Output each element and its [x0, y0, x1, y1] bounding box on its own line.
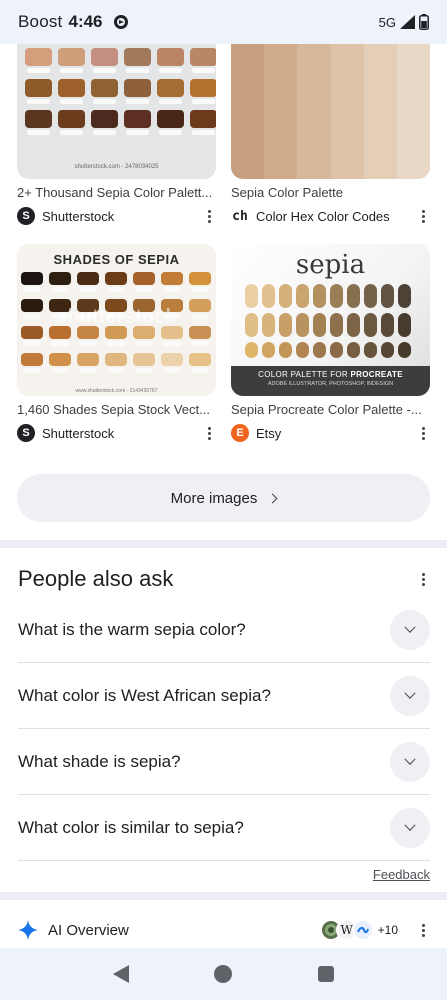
- image-caption[interactable]: Sepia Procreate Color Palette -...: [231, 402, 430, 419]
- chevron-down-icon: [404, 819, 416, 831]
- paa-question-text: What color is West African sepia?: [18, 685, 271, 705]
- ai-overview-row[interactable]: AI Overview W +10: [18, 912, 430, 948]
- image-caption[interactable]: 1,460 Shades Sepia Stock Vect...: [17, 402, 216, 419]
- paa-question-text: What shade is sepia?: [18, 751, 181, 771]
- expand-button[interactable]: [390, 741, 430, 782]
- status-indicators: 5G: [379, 14, 429, 30]
- paa-question[interactable]: What color is similar to sepia?: [18, 795, 430, 861]
- feedback-link[interactable]: Feedback: [373, 867, 430, 882]
- extra-sources-count: +10: [377, 923, 398, 937]
- expand-button[interactable]: [390, 807, 430, 848]
- chevron-right-icon: [267, 493, 278, 503]
- paa-question-text: What is the warm sepia color?: [18, 619, 246, 639]
- signal-icon: [400, 15, 415, 29]
- people-also-ask-title: People also ask: [18, 566, 174, 591]
- image-title: SHADES OF SEPIA: [53, 252, 180, 267]
- swatch-grid: [25, 48, 216, 135]
- image-caption[interactable]: Sepia Color Palette: [231, 185, 430, 202]
- sparkle-icon: [18, 920, 38, 940]
- image-result[interactable]: SHADES OF SEPIA shutterstock www.shutter…: [17, 244, 216, 443]
- more-options-icon[interactable]: [202, 424, 216, 442]
- image-result[interactable]: Sepia Color Palette ch Color Hex Color C…: [231, 44, 430, 226]
- image-source[interactable]: S Shutterstock: [17, 206, 216, 226]
- image-thumbnail[interactable]: sepia COLOR PALETTE FOR PROCREATE ADOBE …: [231, 244, 430, 396]
- banner-line1-a: COLOR PALETTE FOR: [258, 370, 351, 379]
- swatch-grid: [245, 284, 411, 358]
- image-caption[interactable]: 2+ Thousand Sepia Color Palett...: [17, 185, 216, 202]
- shutterstock-icon: S: [17, 424, 35, 442]
- back-icon[interactable]: [112, 965, 129, 983]
- more-options-icon[interactable]: [416, 207, 430, 225]
- source-name: Color Hex Color Codes: [256, 208, 390, 224]
- colorhex-icon: ch: [232, 208, 248, 224]
- more-images-button[interactable]: More images: [17, 474, 430, 522]
- image-watermark: shutterstock: [56, 306, 177, 328]
- expand-button[interactable]: [390, 675, 430, 716]
- image-thumbnail[interactable]: [231, 44, 430, 179]
- image-source[interactable]: E Etsy: [231, 423, 430, 443]
- more-images-label: More images: [170, 489, 258, 507]
- source-name: Shutterstock: [42, 208, 115, 224]
- shutterstock-icon: S: [17, 207, 35, 225]
- image-thumbnail[interactable]: shutterstock.com · 2478034025: [17, 44, 216, 179]
- recent-apps-icon[interactable]: [318, 966, 335, 982]
- ai-overview-label: AI Overview: [48, 921, 129, 939]
- banner-line1-b: PROCREATE: [350, 370, 403, 379]
- etsy-icon: E: [231, 424, 249, 442]
- section-divider: [0, 892, 447, 900]
- image-thumbnail[interactable]: SHADES OF SEPIA shutterstock www.shutter…: [17, 244, 216, 396]
- image-result[interactable]: sepia COLOR PALETTE FOR PROCREATE ADOBE …: [231, 244, 430, 443]
- paa-question[interactable]: What is the warm sepia color?: [18, 597, 430, 663]
- battery-icon: [419, 14, 429, 30]
- image-result[interactable]: shutterstock.com · 2478034025 2+ Thousan…: [17, 44, 216, 226]
- status-carrier: Boost: [18, 12, 63, 31]
- image-source[interactable]: S Shutterstock: [17, 423, 216, 443]
- more-options-icon[interactable]: [416, 921, 430, 939]
- chevron-down-icon: [404, 687, 416, 699]
- status-time: 4:46: [68, 12, 103, 31]
- paa-question[interactable]: What color is West African sepia?: [18, 663, 430, 729]
- chevron-down-icon: [404, 753, 416, 765]
- chevron-down-icon: [404, 621, 416, 633]
- more-options-icon[interactable]: [416, 424, 430, 442]
- home-icon[interactable]: [214, 965, 233, 983]
- banner-line2: ADOBE ILLUSTRATOR, PHOTOSHOP, INDESIGN: [267, 381, 394, 387]
- image-source[interactable]: ch Color Hex Color Codes: [231, 206, 430, 226]
- source-name: Etsy: [256, 425, 282, 441]
- image-title: sepia: [295, 250, 366, 280]
- source-avatar: [351, 919, 374, 941]
- network-type: 5G: [378, 14, 396, 30]
- image-small-print: www.shutterstock.com · 2143430767: [75, 388, 158, 394]
- more-options-icon[interactable]: [202, 207, 216, 225]
- expand-button[interactable]: [390, 609, 430, 650]
- paa-question-text: What color is similar to sepia?: [18, 817, 244, 837]
- system-nav-bar: [0, 948, 447, 1000]
- paa-question[interactable]: What shade is sepia?: [18, 729, 430, 795]
- source-name: Shutterstock: [42, 425, 115, 441]
- image-banner: COLOR PALETTE FOR PROCREATE ADOBE ILLUST…: [231, 366, 430, 396]
- status-bar: Boost 4:46 5G: [0, 0, 447, 44]
- image-watermark: shutterstock.com · 2478034025: [74, 164, 159, 170]
- section-divider: [0, 540, 447, 548]
- more-options-icon[interactable]: [416, 570, 430, 588]
- wave-source-icon: [356, 926, 369, 934]
- app-notification-icon: [113, 15, 128, 29]
- ai-source-avatars[interactable]: W +10: [319, 919, 416, 941]
